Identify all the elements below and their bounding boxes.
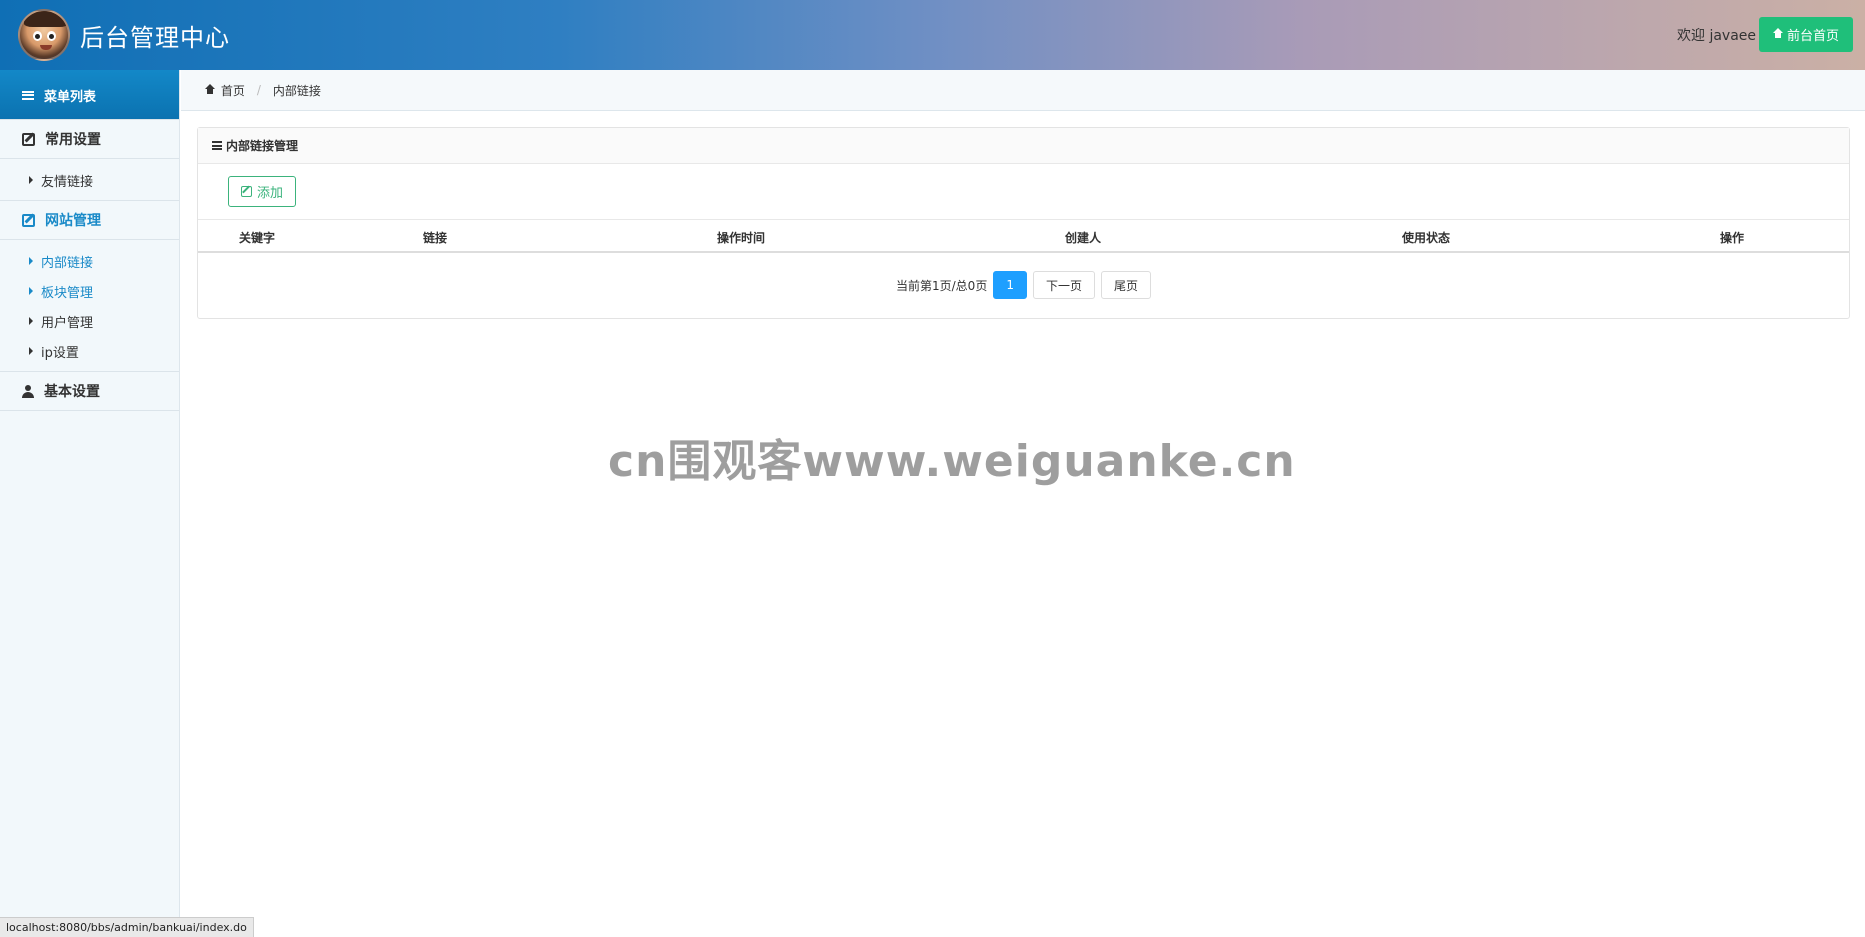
column-header-creator: 创建人 [1065,231,1102,245]
welcome-text: 欢迎 javaee [1677,28,1757,44]
last-page-button[interactable]: 尾页 [1100,271,1151,299]
sidebar-item-label: 板块管理 [41,285,94,301]
bars-icon [212,141,222,150]
logo-avatar [18,9,70,61]
next-page-button[interactable]: 下一页 [1032,271,1095,299]
panel-title: 内部链接管理 [226,139,299,153]
breadcrumb-home[interactable]: 首页 [205,82,245,99]
caret-right-icon [29,287,33,295]
sidebar-group-label: 网站管理 [45,213,101,229]
caret-right-icon [29,257,33,265]
sidebar-item-label: ip设置 [41,345,79,361]
sidebar-item-label: 内部链接 [41,255,94,271]
edit-icon [240,186,252,197]
sidebar-item-friend-links[interactable]: 友情链接 [0,165,179,195]
column-header-status: 使用状态 [1402,231,1451,245]
sidebar-item-board-management[interactable]: 板块管理 [0,276,179,306]
internal-links-panel: 内部链接管理 添加 关键字 链接 操作时间 创建人 使用状态 操作 当前第1页/… [197,127,1850,319]
panel-header: 内部链接管理 [198,128,1849,164]
add-button-label: 添加 [256,186,283,201]
column-header-actions: 操作 [1720,231,1745,245]
sidebar-item-user-management[interactable]: 用户管理 [0,306,179,336]
sidebar-group-common[interactable]: 常用设置 [0,119,179,159]
sidebar-header-label: 菜单列表 [44,89,97,105]
sidebar-item-internal-links[interactable]: 内部链接 [0,246,179,276]
watermark-text: cn围观客www.weiguanke.cn [608,436,1296,487]
sidebar: 菜单列表 常用设置 友情链接 网站管理 内部链接 板块管理 用户管理 ip设置 [0,70,180,937]
sidebar-group-basic[interactable]: 基本设置 [0,371,179,411]
edit-icon [22,132,35,146]
pagination: 当前第1页/总0页 1 下一页 尾页 [198,253,1849,317]
caret-right-icon [29,347,33,355]
sidebar-group-label: 常用设置 [45,132,101,148]
sidebar-item-ip-settings[interactable]: ip设置 [0,336,179,366]
app-title: 后台管理中心 [80,24,230,52]
column-header-link: 链接 [423,231,448,245]
page-info: 当前第1页/总0页 [896,278,988,293]
browser-status-url: localhost:8080/bbs/admin/bankuai/index.d… [0,917,254,937]
page-button-current[interactable]: 1 [993,271,1027,299]
column-header-keyword: 关键字 [239,231,276,245]
sidebar-header: 菜单列表 [0,70,179,120]
breadcrumb: 首页 / 内部链接 [181,70,1865,111]
user-icon [22,384,34,398]
front-home-label: 前台首页 [1786,29,1839,44]
breadcrumb-current: 内部链接 [272,83,321,98]
sidebar-submenu-common: 友情链接 [0,159,179,201]
panel-toolbar: 添加 [198,164,1849,220]
top-header: 后台管理中心 欢迎 javaee 前台首页 [0,0,1865,70]
sidebar-group-site[interactable]: 网站管理 [0,200,179,240]
sidebar-submenu-site: 内部链接 板块管理 用户管理 ip设置 [0,240,179,372]
add-button[interactable]: 添加 [228,176,296,207]
home-icon [1772,28,1783,39]
breadcrumb-home-label: 首页 [220,83,245,98]
edit-icon [22,213,35,227]
front-home-button[interactable]: 前台首页 [1759,17,1853,52]
list-icon [22,90,34,100]
caret-right-icon [29,317,33,325]
sidebar-item-label: 友情链接 [41,174,94,190]
sidebar-item-label: 用户管理 [41,315,94,331]
column-header-operation-time: 操作时间 [717,231,766,245]
home-icon [205,83,215,95]
table-header: 关键字 链接 操作时间 创建人 使用状态 操作 [198,220,1849,253]
breadcrumb-separator: / [256,83,261,97]
caret-right-icon [29,176,33,184]
sidebar-group-label: 基本设置 [44,384,100,400]
